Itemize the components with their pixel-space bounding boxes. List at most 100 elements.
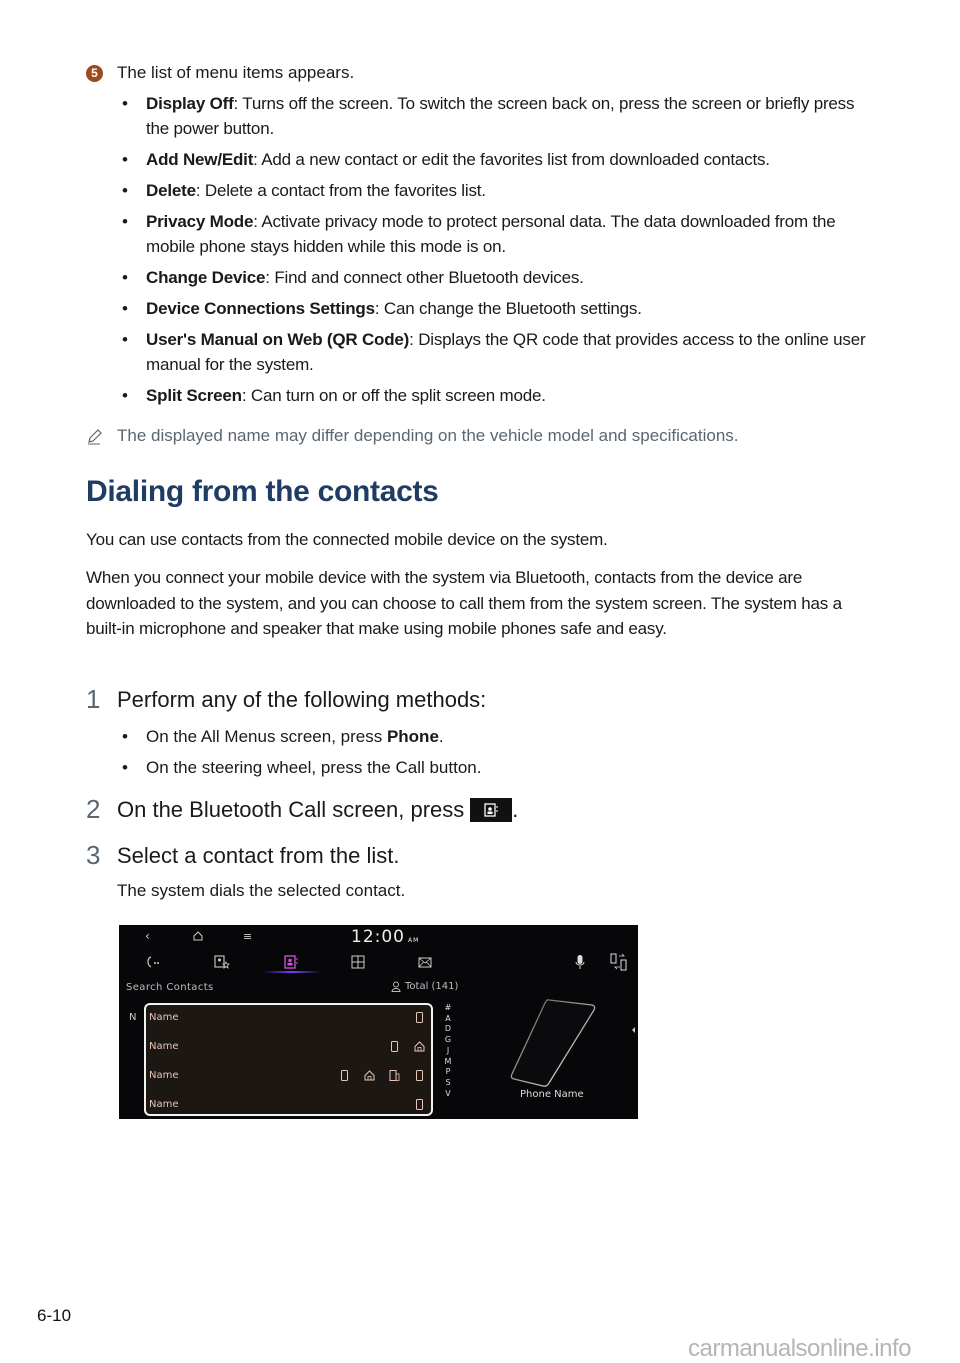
voice-recognition-button[interactable] [570,953,590,971]
tab-contacts[interactable] [281,953,301,971]
alphabet-index-letter[interactable]: M [444,1057,452,1068]
method-item: • On the All Menus screen, press Phone. [122,727,444,746]
contact-row[interactable]: Name [146,1092,431,1119]
step-2: 2 On the Bluetooth Call screen, press . [86,794,518,825]
menu-item-desc: : Can turn on or off the split screen mo… [241,386,546,405]
contacts-list: Name Name Name Name [144,1003,433,1116]
menu-item-desc: : Turns off the screen. To switch the sc… [146,94,855,138]
menu-item-term: Change Device [146,268,266,287]
contacts-screen-illustration: ‹ ≡ 12:00 AM Search Contacts Total (141)… [119,925,638,1119]
contact-name: Name [149,1070,179,1081]
tab-favorites[interactable] [212,953,232,971]
menu-item: • User's Manual on Web (QR Code): Display… [122,330,866,374]
manual-page: 5 The list of menu items appears. • Displ… [0,0,960,1362]
alphabet-index-letter[interactable]: P [444,1067,452,1078]
watermark: carmanualsonline.info [688,1335,911,1362]
contact-name: Name [149,1041,179,1052]
step-5-badge: 5 [86,64,103,82]
microphone-icon [575,955,585,969]
contact-name: Name [149,1012,179,1023]
contact-row[interactable]: Name [146,1063,431,1092]
step-text-end: . [512,796,519,822]
menu-item-term: User's Manual on Web (QR Code) [146,330,410,349]
menu-item-desc: : Add a new contact or edit the favorite… [253,150,770,169]
contact-row[interactable]: Name [146,1005,431,1034]
active-tab-indicator [262,971,322,973]
menu-item-term: Display Off [146,94,234,113]
tab-messages[interactable] [415,953,435,971]
home-icon[interactable] [193,931,203,941]
tab-keypad[interactable] [348,953,368,971]
search-contacts-field[interactable]: Search Contacts [126,982,214,993]
pencil-icon [88,429,102,445]
side-panel-arrow-icon[interactable] [632,1027,635,1033]
alphabet-index-letter[interactable]: S [444,1078,452,1089]
page-number: 6-10 [37,1306,72,1325]
alphabet-index-letter[interactable]: G [444,1035,452,1046]
step-5-text: The list of menu items appears. [117,63,355,82]
step-number: 2 [86,794,101,824]
person-icon [391,981,401,992]
alphabet-index-letter[interactable]: J [444,1046,452,1057]
section-title: Dialing from the contacts [86,475,439,508]
step-1-methods: • On the All Menus screen, press Phone. •… [118,724,481,786]
alphabet-index[interactable]: # A D G J M P S V [444,1003,452,1099]
menu-item-term: Delete [146,181,196,200]
note-text: The displayed name may differ depending … [117,426,739,445]
step-number: 3 [86,840,101,870]
intro-paragraph: You can use contacts from the connected … [86,530,608,549]
message-icon [418,957,432,967]
step-text: Select a contact from the list. [117,842,400,868]
office-phone-icon [389,1070,400,1081]
note: The displayed name may differ depending … [86,426,739,446]
current-index-letter: N [129,1012,137,1023]
contact-number-icons [389,1041,425,1052]
clock: 12:00 AM [351,927,420,947]
menu-item-term: Add New/Edit [146,150,254,169]
total-count: Total (141) [391,981,458,992]
contact-name: Name [149,1099,179,1110]
phone-name: Phone Name [520,1089,584,1100]
step-5-heading: 5 The list of menu items appears. [86,63,354,83]
menu-icon[interactable]: ≡ [243,930,252,943]
menu-item: • Privacy Mode: Activate privacy mode to … [122,212,836,256]
mobile-icon [341,1070,348,1081]
method-item: • On the steering wheel, press the Call b… [122,758,482,777]
menu-item: • Change Device: Find and connect other B… [122,268,584,287]
menu-item-term: Privacy Mode [146,212,254,231]
menu-item-desc: : Find and connect other Bluetooth devic… [265,268,584,287]
step-text: On the Bluetooth Call screen, press [117,796,465,822]
step-3-result: The system dials the selected contact. [117,881,406,900]
mobile-icon [416,1070,423,1081]
alphabet-index-letter[interactable]: # [444,1003,452,1014]
menu-item: • Device Connections Settings: Can change… [122,299,642,318]
call-history-icon [147,956,159,968]
menu-item: • Split Screen: Can turn on or off the sp… [122,386,546,405]
mobile-icon [416,1099,423,1110]
contact-number-icons [414,1099,425,1110]
alphabet-index-letter[interactable]: D [444,1024,452,1035]
contact-number-icons [339,1070,425,1081]
step-number: 1 [86,684,101,714]
phone-tabs [119,951,638,975]
menu-item: • Display Off: Turns off the screen. To s… [122,94,855,138]
menu-item-term: Split Screen [146,386,242,405]
contact-number-icons [414,1012,425,1023]
contacts-icon [284,955,298,969]
keypad-icon [351,955,365,969]
tab-recent-calls[interactable] [143,953,163,971]
favorite-contacts-icon [214,955,230,969]
alphabet-index-letter[interactable]: A [444,1014,452,1025]
phone-illustration [510,999,596,1087]
mobile-icon [416,1012,423,1023]
menu-items-list: • Display Off: Turns off the screen. To s… [118,91,878,414]
alphabet-index-letter[interactable]: V [444,1089,452,1100]
home-phone-icon [364,1070,375,1081]
contact-row[interactable]: Name [146,1034,431,1063]
menu-item: • Delete: Delete a contact from the favor… [122,181,486,200]
back-icon[interactable]: ‹ [145,929,150,943]
step-1: 1 Perform any of the following methods: [86,684,486,715]
mobile-icon [391,1041,398,1052]
menu-item-desc: : Delete a contact from the favorites li… [195,181,486,200]
change-device-button[interactable] [609,953,629,971]
